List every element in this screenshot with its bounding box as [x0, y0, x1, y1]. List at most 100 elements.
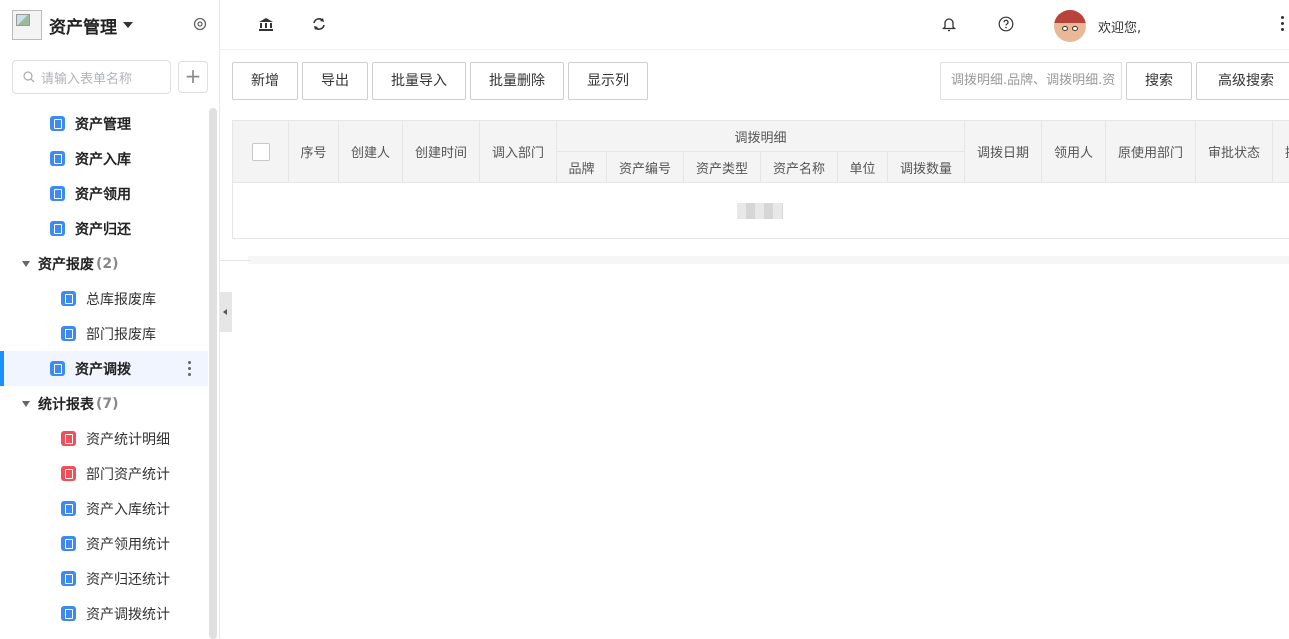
table-horizontal-scrollbar[interactable] [248, 256, 1289, 264]
form-icon [61, 571, 76, 586]
refresh-icon[interactable] [311, 16, 327, 32]
col-header-asset-name[interactable]: 资产名称 [761, 152, 838, 183]
search-placeholder: 请输入表单名称 [41, 71, 133, 87]
sidebar-group-label: 资产报废 [38, 256, 94, 273]
sidebar-item-inbound-stat[interactable]: 资产入库统计 [0, 491, 208, 526]
sidebar-item-asset-receive[interactable]: 资产领用 [0, 176, 208, 211]
data-table: 序号 创建人 创建时间 调入部门 调拨明细 品牌 资产编号 资产类型 资产名称 … [232, 120, 1289, 239]
col-header-unit[interactable]: 单位 [838, 152, 888, 183]
col-header-asset-type[interactable]: 资产类型 [684, 152, 761, 183]
top-bar: 欢迎您, [220, 0, 1289, 50]
sidebar-item-label: 部门报废库 [86, 326, 156, 343]
sidebar-item-asset-stat-detail[interactable]: 资产统计明细 [0, 421, 208, 456]
sidebar-item-return-stat[interactable]: 资产归还统计 [0, 561, 208, 596]
sidebar-collapse-handle[interactable] [220, 292, 232, 332]
col-header-qty[interactable]: 调拨数量 [888, 152, 965, 183]
col-header-brand[interactable]: 品牌 [557, 152, 607, 183]
col-header-created-time[interactable]: 创建时间 [403, 121, 480, 183]
more-vertical-icon[interactable] [188, 361, 192, 379]
select-all-header [233, 121, 289, 183]
form-icon [61, 291, 76, 306]
sidebar-menu: 资产管理 资产入库 资产领用 资产归还 资产报废 (2) 总库报废库 部门报废库… [0, 106, 208, 631]
sidebar-item-label: 部门资产统计 [86, 466, 170, 483]
sidebar-group-asset-scrap[interactable]: 资产报废 (2) [0, 246, 208, 281]
sidebar-item-asset-management[interactable]: 资产管理 [0, 106, 208, 141]
form-icon [61, 536, 76, 551]
sidebar-item-general-scrap[interactable]: 总库报废库 [0, 281, 208, 316]
add-button[interactable]: 新增 [232, 62, 298, 100]
avatar-eye [1062, 26, 1068, 31]
sidebar-item-label: 资产领用 [75, 186, 131, 203]
form-icon [50, 361, 65, 376]
col-header-creator[interactable]: 创建人 [339, 121, 403, 183]
advanced-search-button[interactable]: 高级搜索 [1196, 62, 1289, 100]
avatar-eye [1072, 26, 1078, 31]
loading-placeholder [737, 203, 783, 219]
caret-down-icon [22, 400, 30, 407]
col-header-index[interactable]: 序号 [289, 121, 339, 183]
col-group-header-transfer-detail: 调拨明细 [557, 121, 965, 152]
sidebar-item-asset-return[interactable]: 资产归还 [0, 211, 208, 246]
sidebar-item-label: 资产归还统计 [86, 571, 170, 588]
add-form-button[interactable]: + [178, 61, 208, 93]
app-brand[interactable]: 资产管理 [12, 10, 133, 40]
col-header-extra[interactable]: 提 [1273, 121, 1289, 183]
report-icon [61, 466, 76, 481]
sidebar-item-asset-transfer[interactable]: 资产调拨 [0, 351, 208, 386]
form-icon [50, 151, 65, 166]
form-icon [61, 326, 76, 341]
sidebar-group-stat-reports[interactable]: 统计报表 (7) [0, 386, 208, 421]
caret-down-icon [22, 260, 30, 267]
app-logo-image [12, 10, 42, 40]
sidebar-item-label: 资产统计明细 [86, 431, 170, 448]
avatar-hair [1054, 10, 1086, 23]
sidebar-item-asset-inbound[interactable]: 资产入库 [0, 141, 208, 176]
sidebar-item-label: 资产调拨 [75, 361, 131, 378]
export-button[interactable]: 导出 [302, 62, 368, 100]
bell-icon[interactable] [941, 16, 957, 32]
welcome-text: 欢迎您, [1098, 21, 1142, 36]
sidebar-item-label: 资产归还 [75, 221, 131, 238]
show-columns-button[interactable]: 显示列 [568, 62, 648, 100]
search-icon [23, 71, 35, 83]
search-button[interactable]: 搜索 [1126, 62, 1192, 100]
table-search-input[interactable]: 调拨明细.品牌、调拨明细.资 [940, 62, 1122, 100]
col-header-orig-dept[interactable]: 原使用部门 [1106, 121, 1196, 183]
sidebar-item-label: 资产入库 [75, 151, 131, 168]
batch-import-button[interactable]: 批量导入 [372, 62, 466, 100]
col-header-approval[interactable]: 审批状态 [1196, 121, 1273, 183]
sidebar-group-label: 统计报表 [38, 396, 94, 413]
col-header-in-dept[interactable]: 调入部门 [480, 121, 557, 183]
sidebar-scrollbar[interactable] [209, 108, 217, 639]
app: 资产管理 请输入表单名称 + 资产管理 资产入库 资产领用 资产归还 资产报废 … [0, 0, 1289, 639]
sidebar-item-dept-asset-stat[interactable]: 部门资产统计 [0, 456, 208, 491]
form-icon [50, 116, 65, 131]
sidebar-item-dept-scrap[interactable]: 部门报废库 [0, 316, 208, 351]
sidebar-group-count: (7) [96, 395, 119, 412]
help-icon[interactable] [998, 16, 1014, 32]
bank-icon[interactable] [258, 16, 274, 32]
sidebar-item-label: 资产调拨统计 [86, 606, 170, 623]
user-avatar[interactable] [1054, 10, 1086, 42]
sidebar-item-transfer-stat[interactable]: 资产调拨统计 [0, 596, 208, 631]
app-title: 资产管理 [49, 17, 117, 38]
select-all-checkbox[interactable] [251, 142, 270, 161]
gear-icon[interactable] [192, 16, 208, 32]
chevron-down-icon [123, 22, 133, 28]
col-header-transfer-date[interactable]: 调拨日期 [965, 121, 1042, 183]
sidebar-item-label: 资产管理 [75, 116, 131, 133]
more-vertical-icon[interactable] [1281, 16, 1285, 34]
batch-delete-button[interactable]: 批量删除 [470, 62, 564, 100]
form-icon [61, 501, 76, 516]
col-header-receiver[interactable]: 领用人 [1042, 121, 1106, 183]
divider [220, 260, 250, 261]
form-icon [61, 606, 76, 621]
form-search-input[interactable]: 请输入表单名称 [12, 60, 171, 94]
sidebar-item-receive-stat[interactable]: 资产领用统计 [0, 526, 208, 561]
sidebar-group-count: (2) [96, 255, 119, 272]
col-header-asset-no[interactable]: 资产编号 [607, 152, 684, 183]
sidebar-item-label: 总库报废库 [86, 291, 156, 308]
sidebar-item-label: 资产入库统计 [86, 501, 170, 518]
form-icon [50, 186, 65, 201]
sidebar-item-label: 资产领用统计 [86, 536, 170, 553]
